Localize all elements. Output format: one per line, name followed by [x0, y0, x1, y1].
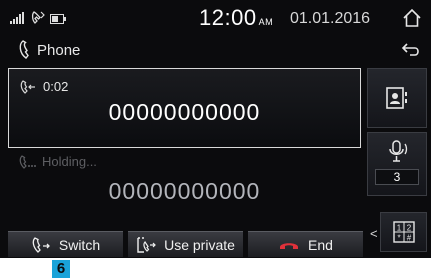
- call-active-icon: [20, 79, 35, 94]
- end-call-button[interactable]: End: [248, 231, 363, 257]
- chevron-left-icon[interactable]: <: [370, 226, 378, 241]
- mic-volume-value: 3: [375, 169, 419, 185]
- svg-text:*: *: [397, 234, 400, 243]
- holding-call-number: 00000000000: [108, 178, 261, 204]
- home-button[interactable]: [399, 6, 425, 30]
- active-call-panel[interactable]: 0:02 00000000000: [8, 68, 361, 148]
- holding-call-meta: Holding...: [18, 154, 97, 169]
- status-bar: 12:00 AM 01.01.2016: [0, 0, 431, 34]
- back-button[interactable]: [396, 39, 426, 61]
- signal-icon: [10, 12, 24, 24]
- status-icons: [10, 10, 66, 24]
- switch-call-icon: [32, 236, 50, 253]
- back-icon: [401, 43, 419, 56]
- title-bar: Phone: [0, 34, 431, 66]
- clock: 12:00 AM: [199, 5, 273, 31]
- holding-status: Holding...: [42, 154, 97, 169]
- keypad-button[interactable]: 1 2 * #: [380, 212, 427, 252]
- private-mode-icon: [137, 236, 156, 253]
- clock-time: 12:00: [199, 5, 257, 30]
- end-label: End: [308, 236, 333, 253]
- contacts-icon: [386, 87, 407, 109]
- use-private-label: Use private: [164, 236, 235, 253]
- switch-label: Switch: [58, 236, 101, 253]
- page-title: Phone: [37, 42, 81, 59]
- clock-ampm: AM: [258, 17, 274, 27]
- svg-text:#: #: [406, 234, 411, 243]
- svg-text:2: 2: [406, 224, 411, 233]
- callout-number: 6: [52, 260, 70, 278]
- active-call-meta: 0:02: [19, 79, 68, 94]
- contacts-button[interactable]: [367, 68, 427, 128]
- bluetooth-phone-icon: [31, 11, 45, 24]
- date: 01.01.2016: [290, 10, 371, 27]
- end-call-icon: [280, 242, 299, 249]
- battery-icon: [50, 14, 66, 24]
- home-icon: [403, 8, 421, 27]
- phone-call-screen: 12:00 AM 01.01.2016 Phone 0:02 000000000…: [0, 0, 431, 258]
- active-call-number: 00000000000: [108, 99, 261, 125]
- call-duration: 0:02: [43, 79, 69, 94]
- switch-button[interactable]: Switch: [8, 231, 123, 257]
- svg-text:1: 1: [396, 224, 401, 233]
- mic-volume-icon: [389, 140, 408, 162]
- keypad-icon: 1 2 * #: [392, 221, 415, 243]
- mic-volume-button[interactable]: 3: [367, 132, 427, 196]
- call-holding-icon: [19, 154, 36, 169]
- side-controls: 3: [367, 68, 427, 228]
- holding-call-panel[interactable]: Holding... 00000000000: [8, 152, 361, 226]
- phone-icon: [19, 40, 29, 59]
- use-private-button[interactable]: Use private: [128, 231, 243, 257]
